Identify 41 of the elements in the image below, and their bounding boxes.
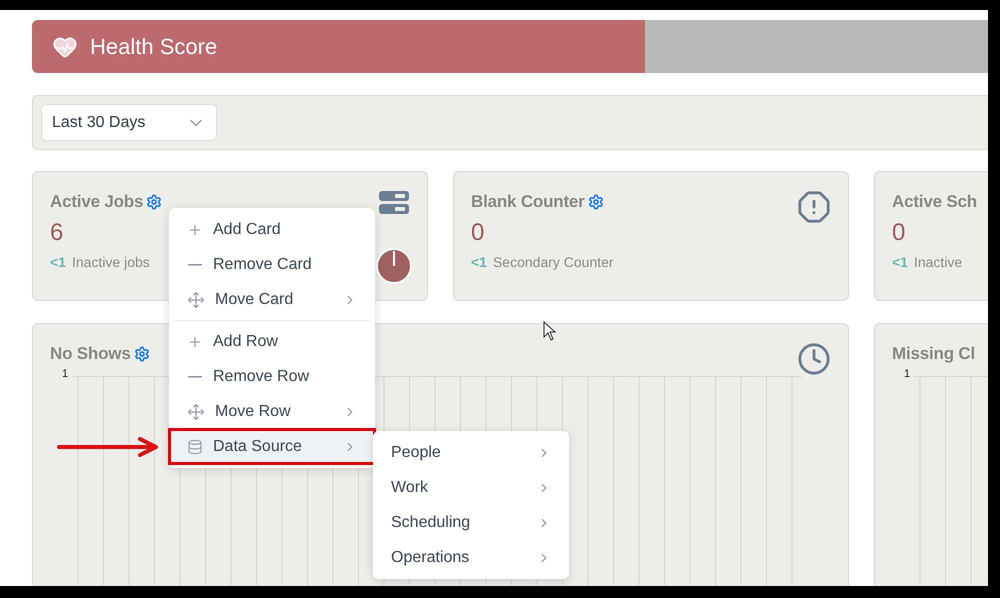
counter-caption: Secondary Counter (492, 254, 614, 270)
health-score-title: Health Score (90, 34, 218, 60)
menu-item[interactable]: Operations (373, 540, 569, 575)
clock-icon (797, 342, 831, 376)
menu-item[interactable]: Move Card (169, 282, 375, 317)
menu-item[interactable]: Scheduling (373, 505, 569, 540)
card-title: Blank Counter (471, 192, 585, 212)
move-icon (187, 402, 205, 420)
server-icon (378, 190, 410, 216)
menu-item[interactable]: Remove Card (169, 247, 375, 282)
move-icon (187, 290, 205, 308)
menu-item[interactable]: Move Row (169, 394, 375, 429)
counter-caption: Inactive (914, 254, 962, 270)
date-range-dropdown[interactable]: Last 30 Days (41, 104, 217, 141)
counter-caption: Inactive jobs (72, 254, 150, 270)
counter-value: 0 (892, 218, 906, 248)
card-title: No Shows (50, 344, 131, 364)
counter-value: 6 (50, 218, 64, 248)
cursor-icon (543, 321, 557, 341)
alert-icon (797, 190, 831, 224)
card-title: Active Jobs (50, 192, 144, 212)
delta-value: <1 (50, 254, 66, 270)
settings-icon[interactable] (588, 194, 604, 210)
menu-item[interactable]: Data Source (169, 429, 375, 464)
counter-value: 0 (471, 218, 484, 248)
menu-item[interactable]: Work (373, 470, 569, 505)
delta-value: <1 (892, 254, 908, 270)
delta-value: <1 (471, 254, 487, 270)
menu-item[interactable]: Remove Row (169, 359, 375, 394)
axis-tick-label: 1 (904, 368, 910, 380)
card-title: Active Sch (892, 192, 977, 212)
database-icon (187, 438, 203, 454)
minus-icon (188, 376, 202, 378)
axis-tick-label: 1 (62, 368, 68, 380)
settings-icon[interactable] (146, 194, 162, 210)
menu-item[interactable]: Add Card (169, 212, 375, 247)
menu-item[interactable]: People (373, 435, 569, 470)
minus-icon (188, 264, 202, 266)
menu-item[interactable]: Add Row (169, 324, 375, 359)
card-title: Missing Cl (892, 344, 976, 364)
settings-icon[interactable] (134, 346, 150, 362)
